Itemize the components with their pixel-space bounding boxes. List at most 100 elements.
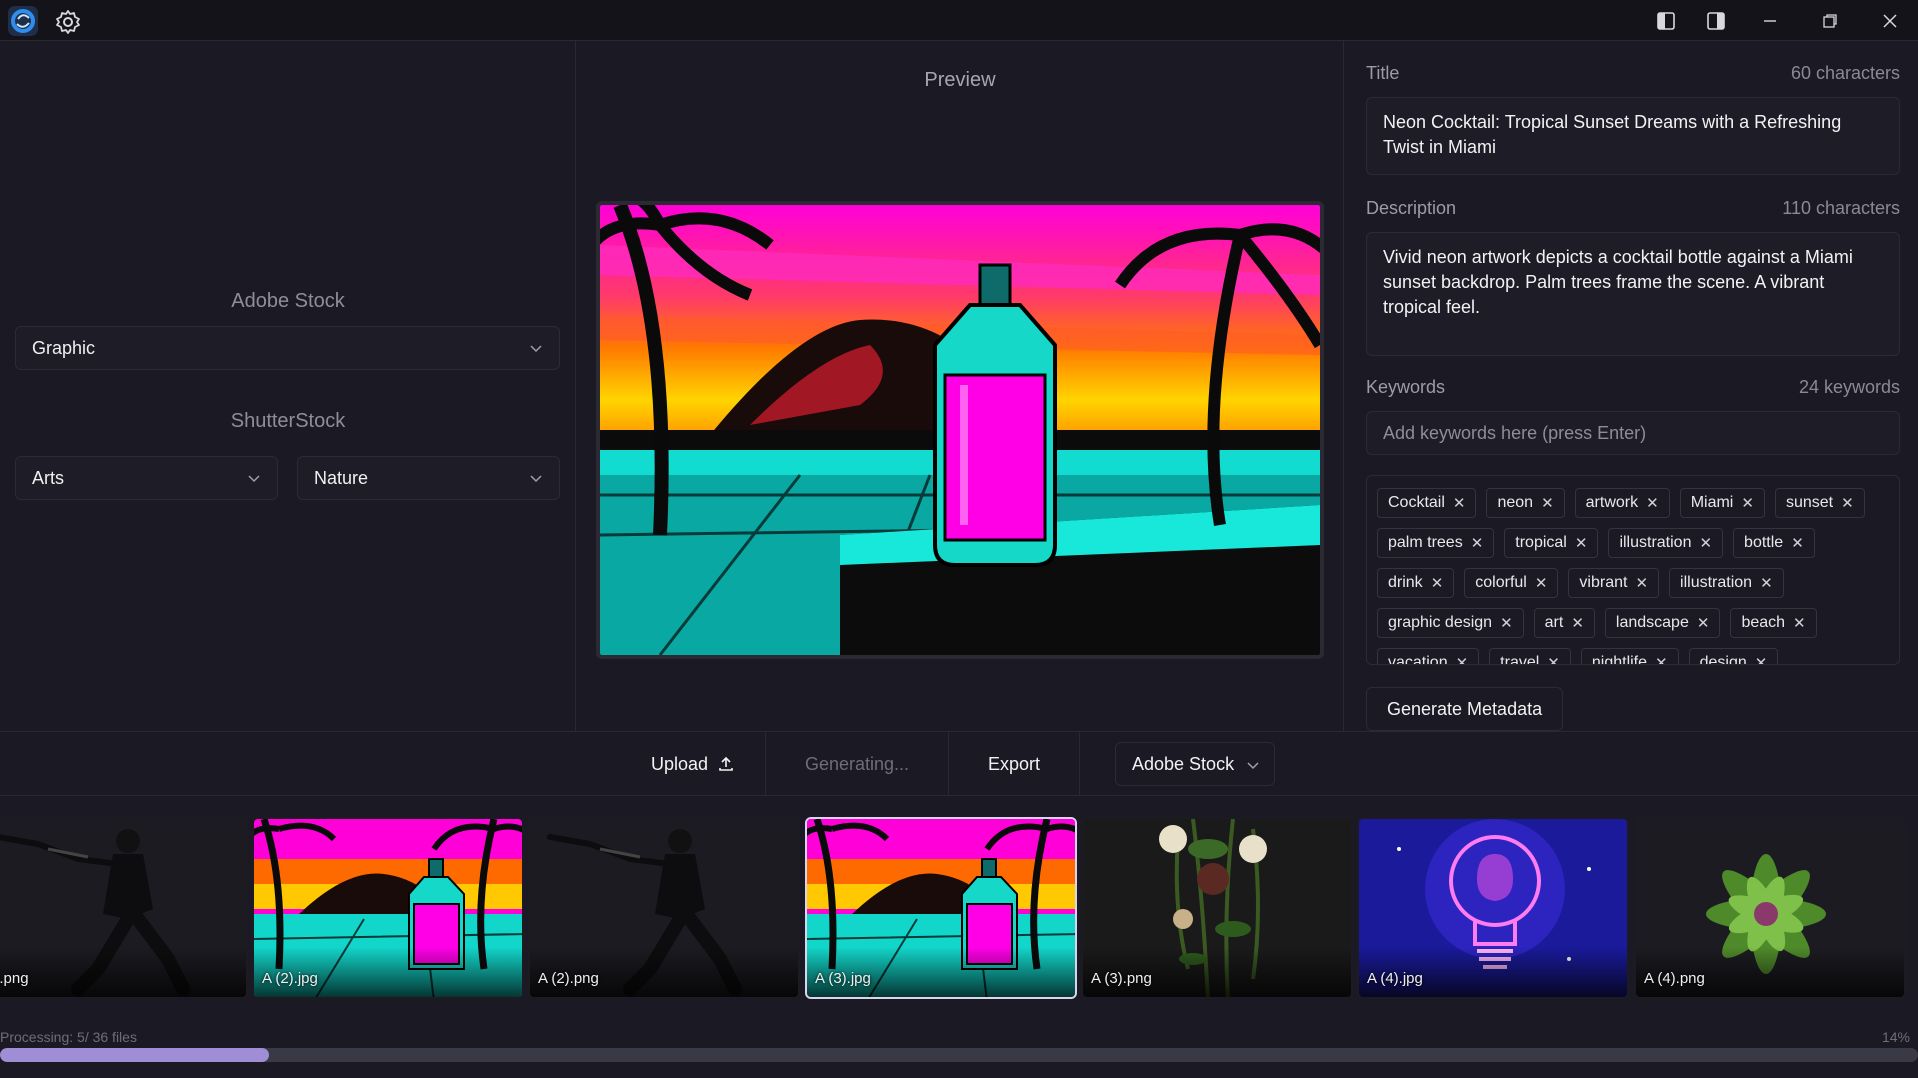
keyword-chip-label: bottle	[1744, 534, 1784, 551]
keyword-input[interactable]: Add keywords here (press Enter)	[1366, 411, 1900, 455]
title-count: 60 characters	[1790, 63, 1900, 83]
keyword-chip[interactable]: vacation ✕	[1377, 648, 1480, 665]
remove-keyword-icon[interactable]: ✕	[1646, 494, 1659, 512]
remove-keyword-icon[interactable]: ✕	[1793, 614, 1806, 632]
remove-keyword-icon[interactable]: ✕	[1500, 614, 1513, 632]
platform-value: Adobe Stock	[1132, 753, 1235, 774]
keyword-chip[interactable]: bottle ✕	[1733, 528, 1815, 558]
keyword-chip-label: art	[1544, 614, 1564, 631]
keyword-chip[interactable]: artwork ✕	[1574, 488, 1670, 518]
keyword-chip[interactable]: neon ✕	[1486, 488, 1565, 518]
remove-keyword-icon[interactable]: ✕	[1547, 654, 1560, 664]
upload-button[interactable]: Upload	[620, 732, 765, 796]
thumbnail-filename: A (2).png	[538, 970, 599, 987]
thumbnail-item[interactable]: A (3).png	[1081, 817, 1353, 999]
description-count: 110 characters	[1782, 198, 1900, 218]
close-icon[interactable]	[1874, 6, 1906, 36]
generating-status-button[interactable]: Generating...	[766, 732, 948, 796]
thumbnail-item[interactable]: A (2).png	[528, 817, 800, 999]
keyword-chip[interactable]: landscape ✕	[1604, 608, 1721, 638]
keyword-chip[interactable]: graphic design ✕	[1377, 608, 1524, 638]
keyword-chip[interactable]: design ✕	[1688, 648, 1779, 665]
shutterstock-label: ShutterStock	[230, 410, 346, 432]
keyword-chip[interactable]: illustration ✕	[1608, 528, 1724, 558]
shutterstock-category-2-select[interactable]: Nature	[297, 456, 560, 500]
title-bar	[0, 0, 1918, 41]
preview-panel: Preview	[576, 41, 1344, 731]
upload-label: Upload	[650, 753, 709, 774]
thumbnail-item[interactable]: A (2).jpg	[252, 817, 524, 999]
keyword-chip[interactable]: travel ✕	[1489, 648, 1571, 664]
keyword-chip[interactable]: nightlife ✕	[1580, 648, 1679, 665]
progress-fill	[0, 1048, 269, 1062]
progress-percent: 14%	[1881, 1029, 1910, 1045]
adobe-category-select[interactable]: Graphic	[15, 326, 560, 370]
minimize-icon[interactable]	[1754, 6, 1786, 36]
keyword-chip-label: vibrant	[1579, 574, 1628, 591]
title-label: Title	[1366, 63, 1400, 83]
keyword-chip[interactable]: beach ✕	[1730, 608, 1817, 638]
remove-keyword-icon[interactable]: ✕	[1453, 494, 1466, 512]
thumbnail-filename: A (4).png	[1644, 970, 1705, 987]
generate-metadata-button[interactable]: Generate Metadata	[1366, 687, 1564, 731]
keyword-chip[interactable]: vibrant ✕	[1568, 568, 1660, 598]
restore-icon[interactable]	[1814, 6, 1846, 36]
remove-keyword-icon[interactable]: ✕	[1571, 614, 1584, 632]
keyword-chip-label: beach	[1741, 614, 1786, 631]
keyword-list: Cocktail ✕ neon ✕ artwork ✕ Miami ✕ sunset ✕ palm …	[1366, 475, 1900, 665]
thumbnail-item[interactable]: A (4).png	[1634, 817, 1906, 999]
remove-keyword-icon[interactable]: ✕	[1431, 574, 1444, 592]
keyword-chip[interactable]: palm trees ✕	[1377, 528, 1495, 558]
remove-keyword-icon[interactable]: ✕	[1791, 534, 1804, 552]
keyword-chip[interactable]: colorful ✕	[1464, 568, 1559, 598]
keyword-chip[interactable]: drink ✕	[1377, 568, 1455, 598]
keyword-chip-label: nightlife	[1591, 654, 1648, 665]
keyword-chip[interactable]: Miami ✕	[1679, 488, 1765, 518]
thumbnail-item[interactable]: A (3).jpg	[805, 817, 1077, 999]
gear-icon[interactable]	[55, 9, 81, 35]
remove-keyword-icon[interactable]: ✕	[1655, 654, 1668, 664]
thumbnail-item[interactable]: 1).png	[0, 817, 248, 999]
remove-keyword-icon[interactable]: ✕	[1760, 574, 1773, 592]
keyword-chip[interactable]: illustration ✕	[1669, 568, 1784, 598]
description-label: Description	[1366, 198, 1457, 218]
keyword-chip-label: vacation	[1388, 654, 1448, 665]
keyword-chip[interactable]: sunset ✕	[1774, 488, 1865, 518]
description-field[interactable]: Vivid neon artwork depicts a cocktail bo…	[1366, 232, 1900, 356]
panel-left-icon[interactable]	[1650, 6, 1682, 36]
platform-select[interactable]: Adobe Stock	[1115, 742, 1275, 786]
adobe-category-value: Graphic	[32, 337, 96, 358]
remove-keyword-icon[interactable]: ✕	[1535, 574, 1548, 592]
metadata-panel: Title 60 characters Neon Cocktail: Tropi…	[1344, 41, 1918, 731]
thumbnail-shade	[0, 947, 246, 997]
keyword-chip-label: palm trees	[1388, 534, 1463, 551]
shutterstock-category-1-select[interactable]: Arts	[15, 456, 278, 500]
keyword-chip[interactable]: tropical ✕	[1504, 528, 1599, 558]
remove-keyword-icon[interactable]: ✕	[1699, 534, 1712, 552]
keyword-chip[interactable]: art ✕	[1533, 608, 1595, 638]
shutterstock-category-2-value: Nature	[314, 467, 369, 488]
keyword-chip-label: artwork	[1585, 494, 1639, 511]
remove-keyword-icon[interactable]: ✕	[1575, 534, 1588, 552]
remove-keyword-icon[interactable]: ✕	[1697, 614, 1710, 632]
title-field[interactable]: Neon Cocktail: Tropical Sunset Dreams wi…	[1366, 97, 1900, 175]
remove-keyword-icon[interactable]: ✕	[1541, 494, 1554, 512]
panel-right-icon[interactable]	[1700, 6, 1732, 36]
remove-keyword-icon[interactable]: ✕	[1841, 494, 1854, 512]
remove-keyword-icon[interactable]: ✕	[1741, 494, 1754, 512]
export-button[interactable]: Export	[949, 732, 1079, 796]
keyword-chip-label: colorful	[1475, 574, 1527, 591]
toolbar-divider	[1079, 732, 1080, 796]
keyword-chip-label: design	[1699, 654, 1747, 665]
remove-keyword-icon[interactable]: ✕	[1635, 574, 1648, 592]
shutterstock-category-1-value: Arts	[32, 467, 65, 488]
remove-keyword-icon[interactable]: ✕	[1755, 654, 1768, 664]
remove-keyword-icon[interactable]: ✕	[1471, 534, 1484, 552]
keyword-chip[interactable]: Cocktail ✕	[1377, 488, 1477, 518]
chevron-down-icon	[530, 475, 542, 483]
action-toolbar: Upload Generating... Export Adobe Stock	[0, 731, 1918, 796]
remove-keyword-icon[interactable]: ✕	[1456, 654, 1469, 664]
keyword-chip-label: illustration	[1619, 534, 1692, 551]
keyword-chip-label: sunset	[1785, 494, 1834, 511]
thumbnail-item[interactable]: A (4).jpg	[1357, 817, 1629, 999]
